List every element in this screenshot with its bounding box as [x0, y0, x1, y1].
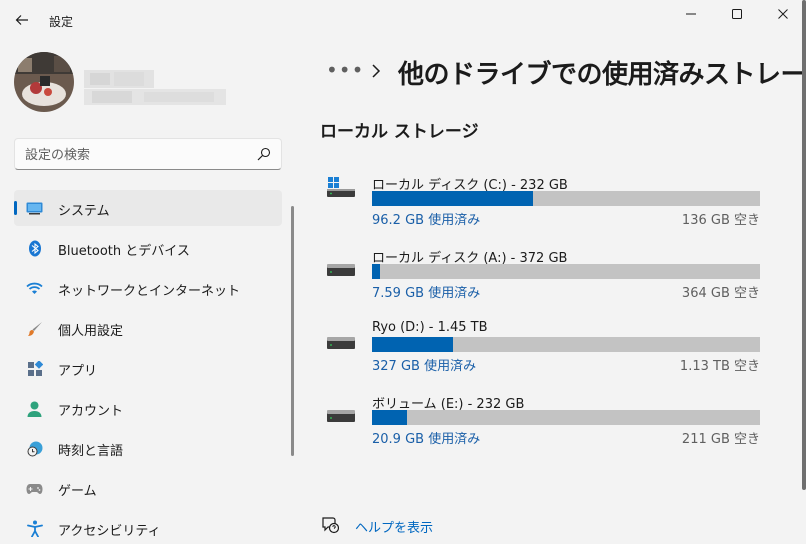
title-bar: 設定 [0, 0, 806, 42]
drive-icon [327, 410, 355, 422]
maximize-icon [732, 9, 742, 19]
windows-drive-icon [327, 177, 355, 197]
maximize-button[interactable] [714, 0, 760, 28]
drive-used-text: 7.59 GB 使用済み [372, 286, 481, 301]
sidebar-scrollbar[interactable] [291, 206, 294, 456]
wifi-icon [26, 280, 43, 297]
page-title: 他のドライブでの使用済みストレージ [398, 60, 806, 90]
sidebar-item-accessibility[interactable]: アクセシビリティ [14, 510, 282, 544]
system-icon [26, 200, 43, 217]
close-button[interactable] [760, 0, 806, 28]
drive-usage-bar [372, 191, 760, 206]
drive-usage-fill [372, 191, 534, 206]
app-title: 設定 [49, 15, 74, 29]
sidebar-item-label: ネットワークとインターネット [58, 284, 241, 299]
section-title: ローカル ストレージ [320, 122, 479, 142]
sidebar-item-label: 時刻と言語 [58, 444, 124, 459]
drive-icon [327, 264, 355, 276]
search-input[interactable] [25, 145, 245, 165]
drive-used-text: 327 GB 使用済み [372, 359, 477, 374]
sidebar-item-label: Bluetooth とデバイス [58, 244, 190, 259]
drive-free-text: 364 GB 空き [681, 286, 760, 301]
back-button[interactable] [8, 8, 36, 32]
search-box[interactable] [14, 138, 282, 170]
active-indicator [14, 201, 17, 215]
drive-usage-fill [372, 264, 380, 279]
breadcrumb-more-button[interactable]: ••• [326, 58, 364, 82]
sidebar-item-time-language[interactable]: 時刻と言語 [14, 430, 282, 466]
clock-globe-icon [26, 440, 43, 457]
sidebar-item-label: 個人用設定 [58, 324, 124, 339]
help-link[interactable]: ヘルプを表示 [355, 517, 433, 536]
drive-usage-fill [372, 337, 454, 352]
sidebar-item-label: アカウント [58, 404, 124, 419]
minimize-button[interactable] [668, 0, 714, 28]
sidebar-item-personalization[interactable]: 個人用設定 [14, 310, 282, 346]
drive-free-text: 136 GB 空き [681, 213, 760, 228]
brush-icon [26, 320, 43, 337]
sidebar-item-apps[interactable]: アプリ [14, 350, 282, 386]
sidebar-item-bluetooth[interactable]: Bluetooth とデバイス [14, 230, 282, 266]
help-icon [322, 517, 339, 534]
sidebar-item-label: アクセシビリティ [58, 524, 161, 539]
drive-usage-bar [372, 264, 760, 279]
avatar[interactable] [14, 52, 74, 112]
close-icon [778, 9, 788, 19]
drive-usage-bar [372, 337, 760, 352]
search-icon[interactable] [257, 147, 271, 161]
apps-icon [26, 360, 43, 377]
sidebar-item-label: ゲーム [58, 484, 97, 499]
user-email-redacted [84, 89, 226, 105]
sidebar-nav: システム Bluetooth とデバイス ネットワークとインターネット 個人用設… [14, 190, 282, 544]
drive-item-e[interactable]: ボリューム (E:) - 232 GB 20.9 GB 使用済み 211 GB … [326, 394, 766, 450]
drive-free-text: 1.13 TB 空き [679, 359, 760, 374]
gamepad-icon [26, 480, 43, 497]
sidebar-item-accounts[interactable]: アカウント [14, 390, 282, 426]
sidebar-item-network[interactable]: ネットワークとインターネット [14, 270, 282, 306]
drive-item-d[interactable]: Ryo (D:) - 1.45 TB 327 GB 使用済み 1.13 TB 空… [326, 320, 766, 377]
sidebar-item-gaming[interactable]: ゲーム [14, 470, 282, 506]
drive-usage-bar [372, 410, 760, 425]
sidebar-item-label: システム [58, 204, 110, 219]
avatar-image [14, 52, 74, 112]
drive-icon [327, 337, 355, 349]
drive-used-text: 20.9 GB 使用済み [372, 432, 481, 447]
drive-used-text: 96.2 GB 使用済み [372, 213, 481, 228]
sidebar-item-label: アプリ [58, 364, 98, 379]
person-icon [26, 400, 43, 417]
accessibility-icon [26, 520, 43, 537]
drive-free-text: 211 GB 空き [681, 432, 760, 447]
back-arrow-icon [15, 15, 28, 25]
user-name-redacted [84, 70, 154, 88]
bluetooth-icon [26, 240, 43, 257]
drive-usage-fill [372, 410, 407, 425]
minimize-icon [686, 13, 696, 15]
sidebar-item-system[interactable]: システム [14, 190, 282, 226]
main-scrollbar[interactable] [802, 0, 806, 490]
drive-item-c[interactable]: ローカル ディスク (C:) - 232 GB 96.2 GB 使用済み 136… [326, 175, 766, 231]
drive-item-a[interactable]: ローカル ディスク (A:) - 372 GB 7.59 GB 使用済み 364… [326, 248, 766, 304]
drive-name: Ryo (D:) - 1.45 TB [372, 320, 488, 335]
chevron-right-icon [372, 64, 381, 78]
